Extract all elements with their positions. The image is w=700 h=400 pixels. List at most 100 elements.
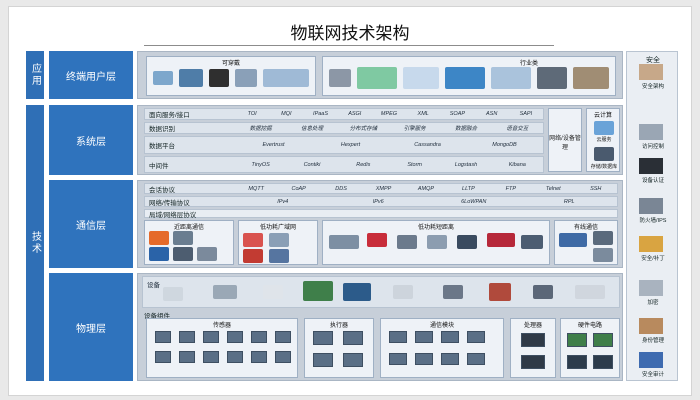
car-icon (263, 69, 309, 87)
device-icon (213, 285, 237, 299)
strip-item: Contiki (303, 161, 321, 168)
slide-canvas: 物联网技术架构 应用 技术 终端用户层 系统层 通信层 物理层 可穿戴 行业类 (8, 6, 692, 396)
device-icon (575, 285, 605, 299)
thread-icon (427, 235, 447, 249)
device-row: 设备 (142, 276, 620, 308)
comm-box-title: 低功耗短距离 (417, 225, 454, 231)
strip-item: DDS (335, 185, 347, 192)
comm-strip-1: 网络/传输协议 IPv4 IPv6 6LoWPAN RPL (144, 196, 618, 207)
strip-item: SAPI (519, 111, 533, 117)
strip-item: 引擎服务 (403, 126, 426, 132)
sensor-icon (155, 331, 171, 343)
module-icon (441, 353, 459, 365)
ibeacon-icon (149, 231, 169, 245)
comm-box-title: 近距离通信 (173, 225, 204, 231)
storage-label: 存储/数据库 (590, 164, 618, 170)
encryption-icon (639, 280, 663, 296)
strip-head: 数据平台 (149, 143, 175, 150)
layer-comm: 通信层 (49, 180, 133, 268)
device-icon (489, 283, 511, 301)
house-icon (573, 67, 609, 89)
sensor-icon (537, 67, 567, 89)
mbus-icon (559, 233, 587, 247)
city-icon (445, 67, 485, 89)
strip-item: TOI (247, 111, 257, 117)
system-strip-3: 中间件 TinyOS Contiki Redis Storm Logstash … (144, 156, 544, 173)
strip-item: RPL (563, 198, 575, 205)
strip-head: 中间件 (149, 162, 169, 170)
device-icon (153, 71, 173, 85)
module-icon (467, 353, 485, 365)
strip-item: Evertrust (262, 142, 285, 148)
page-title: 物联网技术架构 (290, 24, 410, 44)
strip-head: 面向服务/接口 (149, 112, 190, 119)
circuit-icon (593, 355, 613, 369)
watch-icon (209, 69, 229, 87)
strip-head: 会话协议 (149, 186, 175, 194)
comm-panel: 会话协议 MQTT CoAP DDS XMPP AMQP LLTP FTP Te… (137, 180, 623, 268)
strip-head: 网络/传输协议 (149, 199, 190, 207)
comm-strip-wide: 局域/网络层协议 (144, 209, 618, 219)
phone-icon (235, 69, 257, 87)
person-icon (403, 67, 439, 89)
sensor-icon (203, 351, 219, 363)
storage-icon (594, 147, 614, 161)
app-group-wearable-title: 可穿戴 (221, 61, 240, 67)
smart-internet-icon (357, 67, 397, 89)
sensor-icon (251, 331, 267, 343)
system-strip-2: 数据平台 Evertrust Hexpert Cassandra MongoDB (144, 136, 544, 154)
phys-box-comm-modules: 通信模块 (380, 318, 504, 378)
strip-item: 语音交互 (506, 126, 529, 132)
strip-item: Cassandra (414, 142, 441, 148)
board-icon (303, 281, 333, 301)
security-item: 访问控制 (641, 144, 664, 150)
usb-icon (593, 231, 613, 245)
security-column: 安全 安全架构 访问控制 设备认证 防火墙/IPS 安全/补丁 加密 身份管理 … (626, 51, 678, 381)
strip-item: Kibana (508, 161, 526, 168)
strip-item: TinyOS (251, 161, 270, 168)
device-icon (263, 285, 283, 299)
network-map-icon (491, 67, 531, 89)
comm-box-short-range: 近距离通信 (144, 220, 234, 265)
phys-box-title: 硬件电路 (577, 323, 602, 329)
comm-strip-0: 会话协议 MQTT CoAP DDS XMPP AMQP LLTP FTP Te… (144, 183, 618, 194)
app-group-wearable: 可穿戴 (146, 56, 316, 96)
chip-icon (521, 355, 545, 369)
sensor-icon (275, 351, 291, 363)
device-icon (443, 285, 463, 299)
wirelesshart-icon (329, 235, 359, 249)
comm-box-low-power: 低功耗短距离 (322, 220, 550, 265)
zwave-icon (397, 235, 417, 249)
cart-icon (329, 69, 351, 87)
strip-head: 数据识别 (149, 126, 175, 133)
wifi-icon (197, 247, 217, 261)
strip-item: SOAP (449, 111, 466, 117)
ltem-icon (269, 249, 289, 263)
actuator-icon (343, 353, 363, 367)
comm-box-title: 有线通信 (573, 225, 598, 231)
chip-icon (521, 333, 545, 347)
nfc-icon (173, 231, 193, 245)
sensor-icon (179, 331, 195, 343)
strip-item: IPv4 (277, 198, 289, 205)
sigfox-icon (269, 233, 289, 247)
ethernet-icon (593, 248, 613, 262)
sensor-icon (179, 351, 195, 363)
strip-item: MongoDB (492, 142, 517, 148)
strip-item: MPEG (380, 111, 398, 117)
rfid-icon (173, 247, 193, 261)
circuit-icon (593, 333, 613, 347)
security-item: 安全/补丁 (641, 256, 665, 262)
phys-box-sensors: 传感器 (146, 318, 298, 378)
actuator-icon (313, 331, 333, 345)
strip-item: 数据挖掘 (249, 126, 272, 132)
security-item: 安全架构 (641, 84, 664, 90)
module-icon (389, 331, 407, 343)
strip-item: FTP (505, 185, 517, 192)
module-icon (415, 353, 433, 365)
firewall-icon (639, 198, 663, 214)
bluetooth-icon (149, 247, 169, 261)
system-panel: 面向服务/接口 TOI MQI IPaaS ASGI MPEG XML SOAP… (137, 105, 623, 175)
phys-box-title: 传感器 (212, 323, 231, 329)
sensor-icon (251, 351, 267, 363)
